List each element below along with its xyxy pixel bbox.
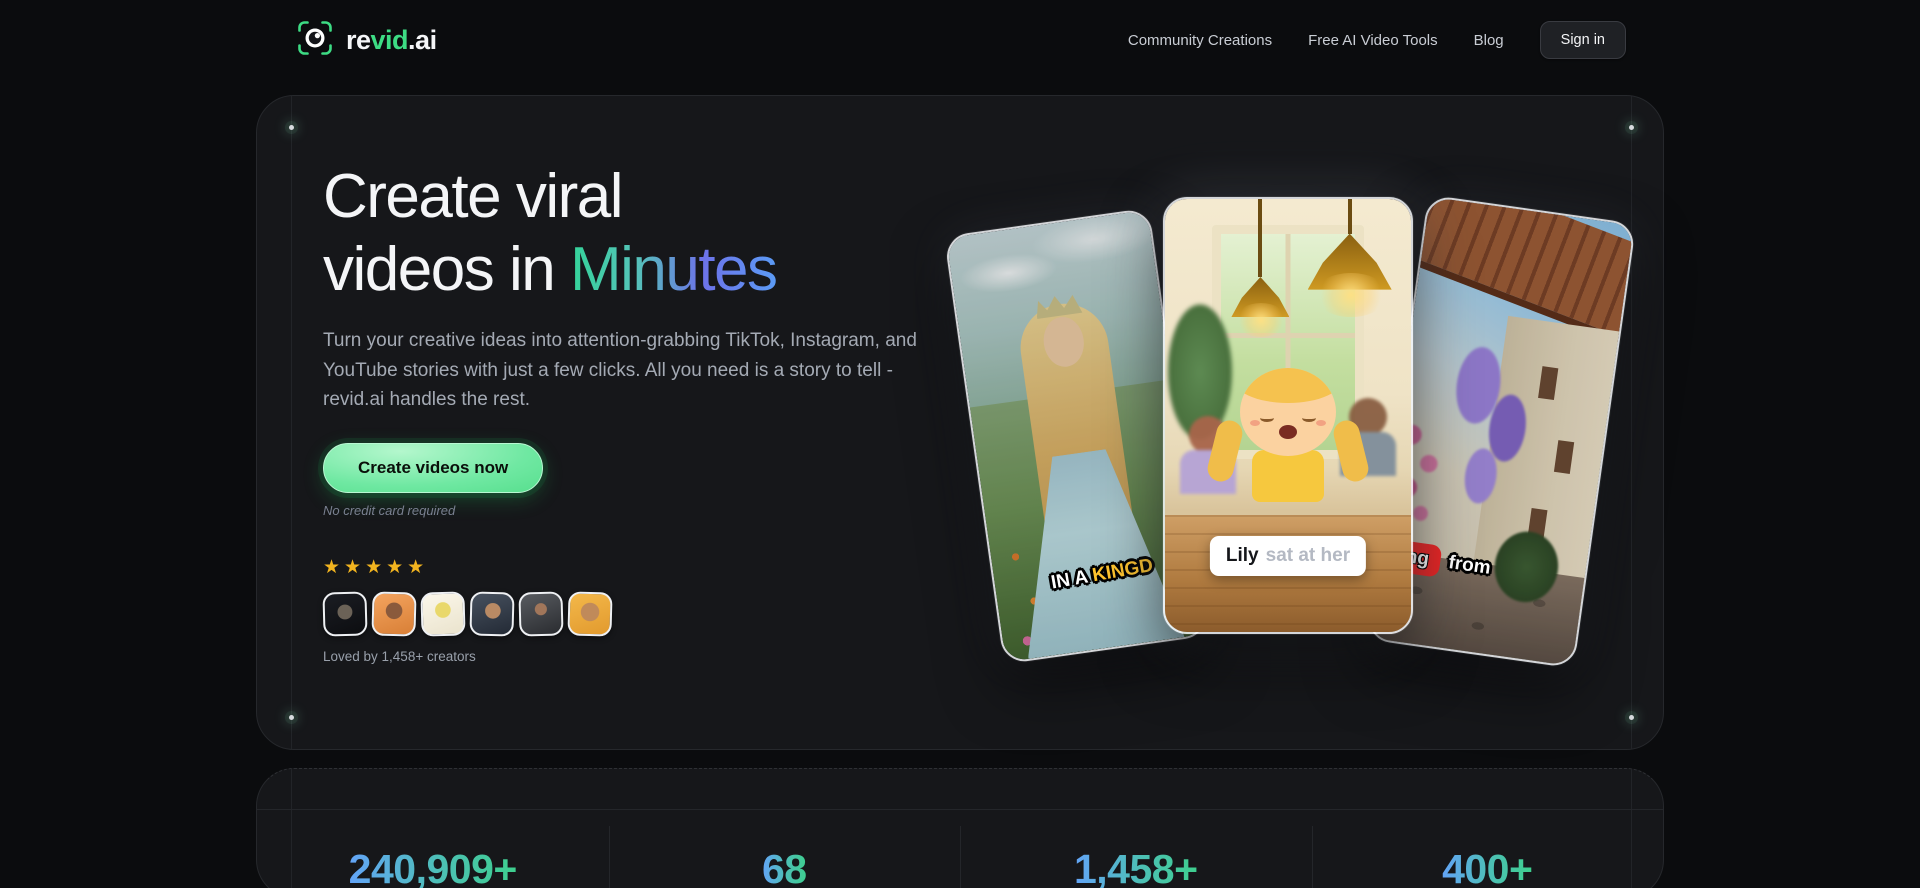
top-navigation-bar: revid.ai Community Creations Free AI Vid… xyxy=(0,0,1920,80)
logo-wordmark: revid.ai xyxy=(346,25,437,56)
nav-links: Community Creations Free AI Video Tools … xyxy=(1128,21,1626,59)
creator-avatar xyxy=(371,591,416,636)
creator-avatar xyxy=(518,591,563,636)
stat-value: 68 xyxy=(762,846,807,888)
video-card-lily[interactable]: Lilysat at her xyxy=(1163,197,1413,634)
card-art xyxy=(1348,199,1352,234)
stat-value: 1,458+ xyxy=(1074,846,1198,888)
creator-avatars xyxy=(323,592,963,636)
camera-lens-icon xyxy=(294,17,336,64)
stat-value: 240,909+ xyxy=(349,846,517,888)
create-videos-button[interactable]: Create videos now xyxy=(323,443,543,493)
nav-community-creations[interactable]: Community Creations xyxy=(1128,32,1272,49)
stat-item: 1,458+ xyxy=(960,810,1312,888)
card-art xyxy=(1314,273,1388,317)
stats-section: 240,909+ 68 1,458+ 400+ xyxy=(256,768,1664,888)
five-star-rating: ★★★★★ xyxy=(323,556,963,579)
stat-value: 400+ xyxy=(1442,846,1532,888)
guide-dot xyxy=(1629,125,1634,130)
nav-blog[interactable]: Blog xyxy=(1474,32,1504,49)
guide-dot xyxy=(1629,715,1634,720)
creator-avatar xyxy=(322,591,367,636)
video-caption: Lilysat at her xyxy=(1210,536,1366,576)
card-art xyxy=(1235,303,1287,337)
guide-dot xyxy=(289,125,294,130)
hero-section: Create viral videos in Minutes Turn your… xyxy=(256,95,1664,750)
creator-avatar xyxy=(567,591,612,636)
hero-description: Turn your creative ideas into attention-… xyxy=(323,326,941,414)
hero-title-gradient-word: Minutes xyxy=(570,235,777,304)
guide-dot xyxy=(289,715,294,720)
cartoon-girl xyxy=(1228,368,1348,502)
revid-landing-page: revid.ai Community Creations Free AI Vid… xyxy=(0,0,1920,888)
guide-line-left xyxy=(291,96,292,749)
stat-item: 68 xyxy=(609,810,961,888)
revid-logo[interactable]: revid.ai xyxy=(294,17,437,64)
nav-free-ai-video-tools[interactable]: Free AI Video Tools xyxy=(1308,32,1438,49)
stat-item: 240,909+ xyxy=(257,810,609,888)
hero-title: Create viral videos in Minutes xyxy=(323,160,963,306)
stat-item: 400+ xyxy=(1312,810,1664,888)
no-credit-card-note: No credit card required xyxy=(323,503,963,518)
guide-line-right xyxy=(1631,96,1632,749)
sign-in-button[interactable]: Sign in xyxy=(1540,21,1626,59)
social-proof-text: Loved by 1,458+ creators xyxy=(323,649,963,664)
creator-avatar xyxy=(420,591,465,636)
card-art xyxy=(1258,199,1262,277)
creator-avatar xyxy=(469,591,514,636)
